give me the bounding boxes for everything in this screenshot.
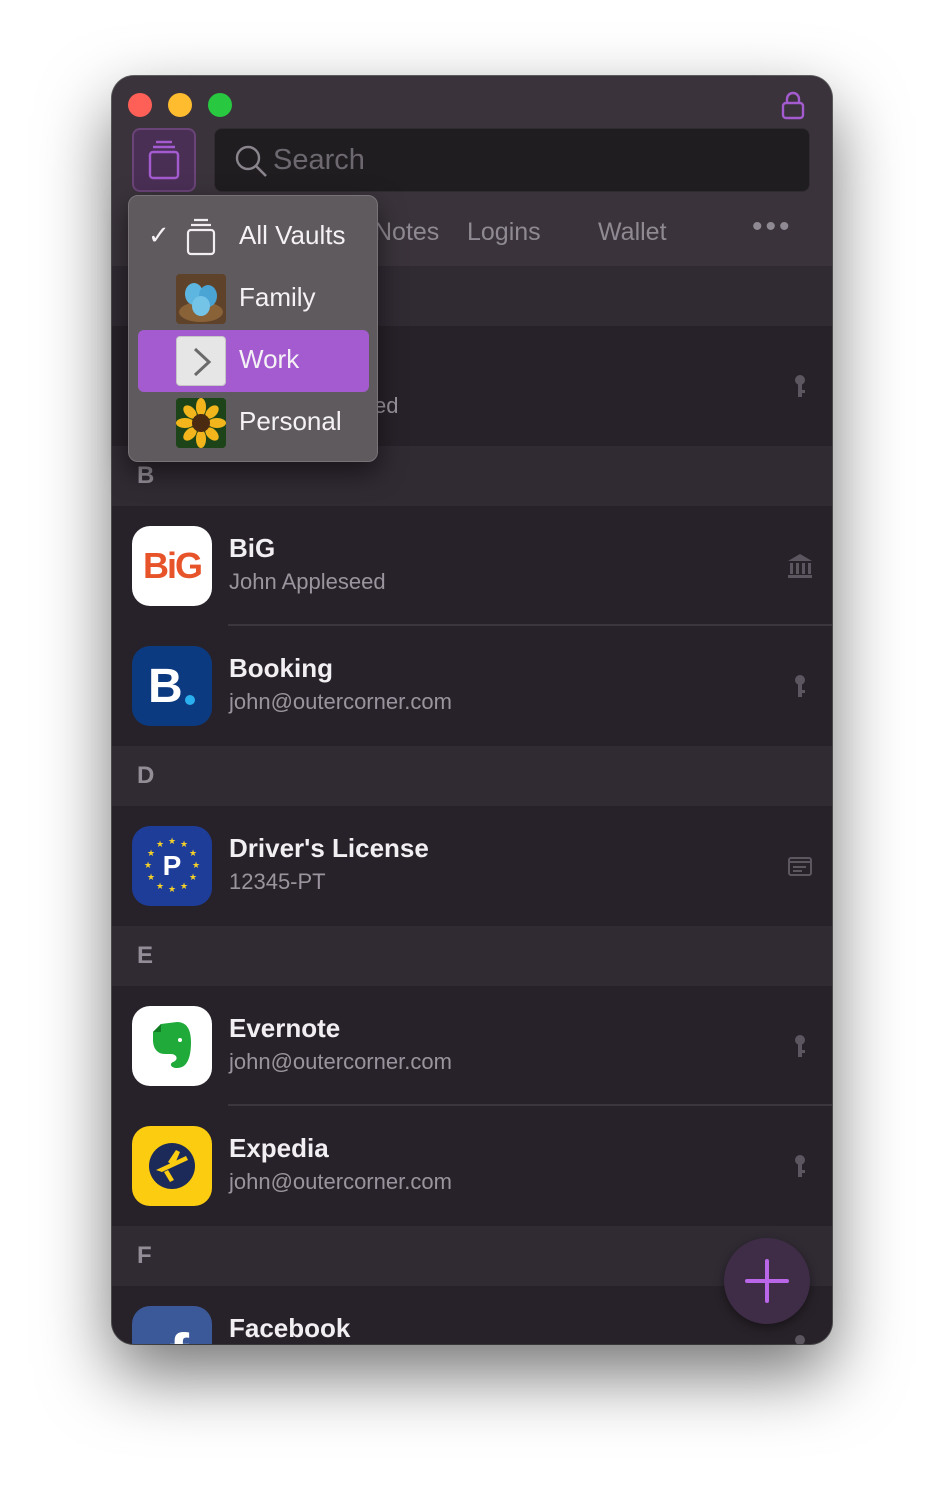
search-icon	[235, 145, 267, 177]
svg-text:★: ★	[168, 885, 176, 895]
evernote-app-icon	[132, 1006, 212, 1086]
svg-text:★: ★	[189, 849, 197, 859]
section-header-d: D	[112, 746, 832, 806]
key-icon	[795, 1155, 805, 1177]
item-title: Driver's License	[229, 833, 429, 863]
menu-label: Family	[239, 282, 316, 312]
search-field[interactable]	[214, 128, 810, 192]
svg-text:★: ★	[180, 840, 188, 850]
add-item-button[interactable]	[724, 1238, 810, 1324]
vault-switcher-button[interactable]	[132, 128, 196, 192]
item-subtitle: john@outercorner.com	[229, 1049, 452, 1074]
item-title: Facebook	[229, 1313, 351, 1343]
vault-menu-item-work[interactable]: Work	[138, 330, 369, 392]
menu-label: Personal	[239, 406, 342, 436]
minimize-window-button[interactable]	[168, 93, 192, 117]
tab-wallet[interactable]: Wallet	[598, 218, 667, 247]
expedia-app-icon	[132, 1126, 212, 1206]
menu-label: All Vaults	[239, 220, 346, 250]
list-item-facebook[interactable]: f Facebook	[112, 1286, 832, 1344]
eggs-nest-icon	[176, 274, 226, 324]
list-item-booking[interactable]: B Booking john@outercorner.com	[112, 626, 832, 746]
svg-text:★: ★	[144, 861, 152, 871]
key-icon	[795, 675, 805, 697]
item-subtitle: 12345-PT	[229, 869, 326, 894]
lock-icon[interactable]	[780, 90, 806, 120]
item-subtitle: John Appleseed	[229, 569, 386, 594]
search-input[interactable]	[271, 129, 791, 191]
sunflower-icon	[176, 398, 226, 448]
item-subtitle: john@outercorner.com	[229, 689, 452, 714]
plus-icon	[745, 1259, 789, 1303]
key-icon	[795, 1335, 805, 1344]
svg-text:★: ★	[192, 861, 200, 871]
tab-notes[interactable]: Notes	[374, 218, 439, 247]
checkmark-icon: ✓	[148, 220, 170, 250]
vault-menu-item-all-vaults[interactable]: ✓ All Vaults	[138, 206, 369, 268]
vault-menu: ✓ All Vaults Family Work Personal	[128, 195, 378, 462]
list-item-big[interactable]: BiG BiG John Appleseed	[112, 506, 832, 626]
item-title: Expedia	[229, 1133, 329, 1163]
svg-text:★: ★	[156, 882, 164, 892]
zoom-window-button[interactable]	[208, 93, 232, 117]
svg-text:★: ★	[189, 873, 197, 883]
close-window-button[interactable]	[128, 93, 152, 117]
list-item-evernote[interactable]: Evernote john@outercorner.com	[112, 986, 832, 1106]
item-title: BiG	[229, 533, 276, 563]
svg-text:★: ★	[180, 882, 188, 892]
item-subtitle: john@outercorner.com	[229, 1169, 452, 1194]
svg-text:★: ★	[168, 837, 176, 847]
vault-menu-item-family[interactable]: Family	[138, 268, 369, 330]
section-header-e: E	[112, 926, 832, 986]
svg-text:★: ★	[156, 840, 164, 850]
stack-icon	[148, 140, 180, 180]
list-item-drivers-license[interactable]: ★ ★ ★ ★ ★ ★ ★ ★ ★ ★ ★ ★ P Driver's License 12345…	[112, 806, 832, 926]
item-title: Evernote	[229, 1013, 341, 1043]
big-app-icon: BiG	[132, 526, 212, 606]
chevron-right-icon	[176, 336, 226, 386]
item-title: Booking	[229, 653, 333, 683]
svg-text:★: ★	[147, 849, 155, 859]
stack-icon	[186, 218, 216, 256]
bank-icon	[788, 554, 812, 578]
vault-menu-item-personal[interactable]: Personal	[138, 392, 369, 454]
more-tabs-button[interactable]: •••	[752, 210, 793, 244]
id-card-icon	[788, 857, 812, 876]
key-icon	[795, 375, 805, 397]
tab-logins[interactable]: Logins	[467, 218, 541, 247]
booking-app-icon: B	[132, 646, 212, 726]
key-icon	[795, 1035, 805, 1057]
menu-label: Work	[239, 344, 300, 374]
list-item-expedia[interactable]: Expedia john@outercorner.com	[112, 1106, 832, 1226]
facebook-app-icon: f	[132, 1306, 212, 1344]
svg-text:★: ★	[147, 873, 155, 883]
eu-license-icon: ★ ★ ★ ★ ★ ★ ★ ★ ★ ★ ★ ★ P	[132, 826, 212, 906]
